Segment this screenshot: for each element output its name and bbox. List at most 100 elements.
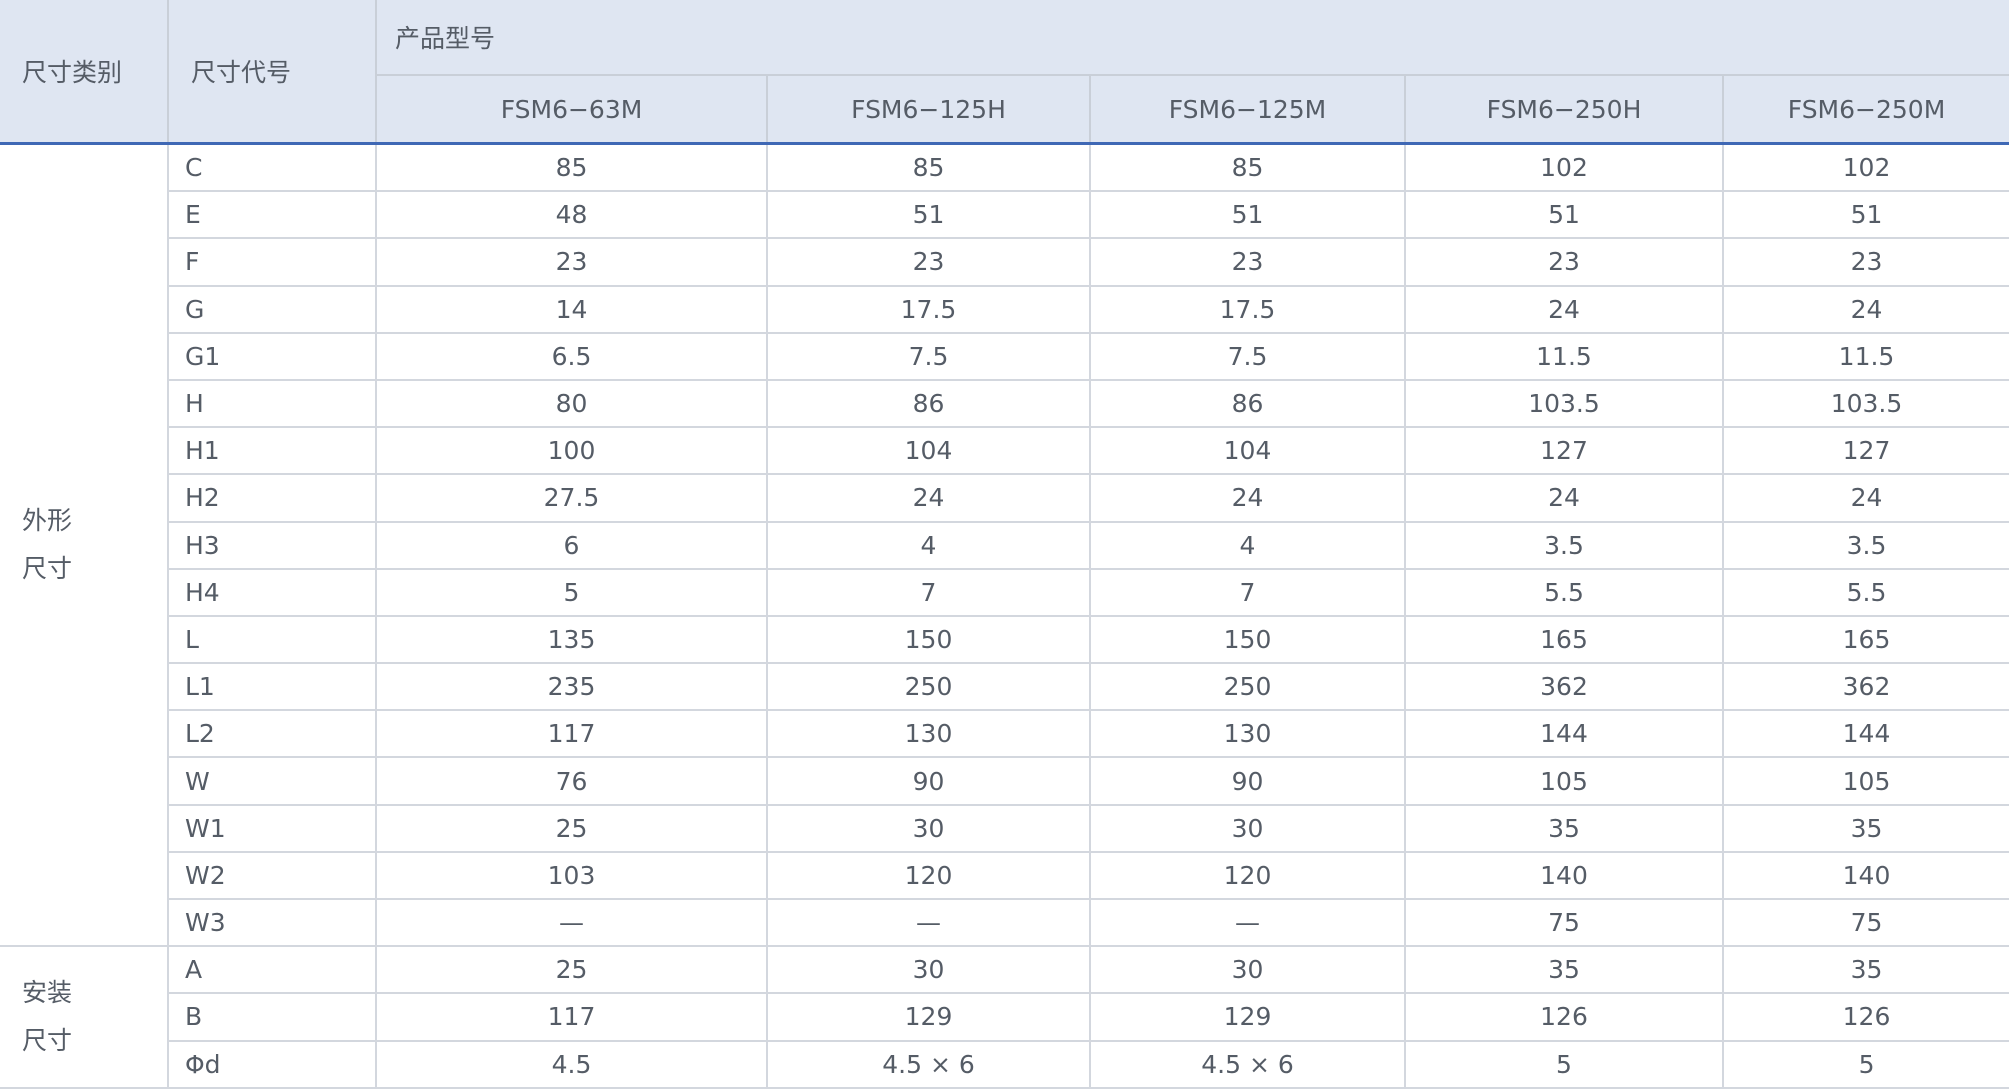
dimension-value: 85 xyxy=(376,143,768,193)
dimension-value: 126 xyxy=(1723,993,2009,1042)
dimension-value: 11.5 xyxy=(1405,332,1724,381)
dimension-value: 105 xyxy=(1723,757,2009,806)
table-row: W2 103 120 120 140 140 xyxy=(0,851,2009,901)
dimension-value: 4 xyxy=(767,521,1091,570)
table-row: Φd 4.5 4.5 × 6 4.5 × 655 xyxy=(0,1040,2009,1089)
table-row: G1 6.5 7.5 7.5 11.5 11.5 xyxy=(0,332,2009,381)
dimension-code: G xyxy=(168,285,377,334)
dimension-value: — xyxy=(767,899,1091,948)
dimension-value: 120 xyxy=(767,851,1091,901)
dimension-value: 5.5 xyxy=(1723,568,2009,617)
dimension-value: 51 xyxy=(1090,191,1406,240)
dimension-value: 35 xyxy=(1723,946,2009,995)
dimension-code: B xyxy=(168,993,377,1042)
dimension-value: 120 xyxy=(1090,851,1406,901)
dimension-value: 76 xyxy=(376,757,768,806)
dimension-code: L1 xyxy=(168,663,377,712)
dimension-value: 250 xyxy=(1090,663,1406,712)
dimension-code: H4 xyxy=(168,568,377,617)
dimension-value: 3.5 xyxy=(1723,521,2009,570)
dimension-value: 23 xyxy=(1723,238,2009,287)
table-row: H1 100 104 104 127 127 xyxy=(0,427,2009,476)
dimension-value: 23 xyxy=(1405,238,1724,287)
table-row: L 135 150 150 165 165 xyxy=(0,615,2009,665)
code-header: 尺寸代号 xyxy=(168,0,377,145)
dimension-value: 30 xyxy=(767,804,1091,853)
category-label-line: 外形 xyxy=(22,506,73,536)
dimension-value: 51 xyxy=(1723,191,2009,240)
table-body: 外形 尺寸 C 85 85 85 102 102 E 48 51 51 51 51 F 23 23 23 23 23 G… xyxy=(0,143,2009,1089)
table-row: L2 117 130 130 144 144 xyxy=(0,710,2009,759)
dimension-value: 90 xyxy=(767,757,1091,806)
dimension-value: 126 xyxy=(1405,993,1724,1042)
dimension-value: 3.5 xyxy=(1405,521,1724,570)
dimension-code: H xyxy=(168,379,377,429)
dimension-value: — xyxy=(376,899,768,948)
table-row: 安装 尺寸 A 25 30 30 35 35 xyxy=(0,946,2009,1089)
dimension-value: 144 xyxy=(1405,710,1724,759)
dimension-value: 30 xyxy=(767,946,1091,995)
dimension-value: 80 xyxy=(376,379,768,429)
dimension-value: 135 xyxy=(376,615,768,665)
dimension-code: W3 xyxy=(168,899,377,948)
dimension-value: 6 xyxy=(376,521,768,570)
category-label: 外形 尺寸 xyxy=(0,143,169,948)
dimension-value: 51 xyxy=(767,191,1091,240)
dimension-value: 35 xyxy=(1405,804,1724,853)
dimension-value: 105 xyxy=(1405,757,1724,806)
dimension-value: 35 xyxy=(1723,804,2009,853)
category-label: 安装 尺寸 xyxy=(0,946,169,1089)
dimension-value: 17.5 xyxy=(767,285,1091,334)
dimension-value: 102 xyxy=(1723,143,2009,193)
dimension-value: 23 xyxy=(376,238,768,287)
dimension-value: 103.5 xyxy=(1405,379,1724,429)
dimension-value: 75 xyxy=(1723,899,2009,948)
dimension-value: 104 xyxy=(1090,427,1406,476)
table-row: B 117 129 129 126 126 xyxy=(0,993,2009,1042)
dimension-value: 129 xyxy=(1090,993,1406,1042)
dimension-value: 23 xyxy=(767,238,1091,287)
dimension-value: 24 xyxy=(1405,285,1724,334)
table-row: H4 5 7 7 5.5 5.5 xyxy=(0,568,2009,617)
dimension-value: 30 xyxy=(1090,804,1406,853)
dimension-value: 129 xyxy=(767,993,1091,1042)
dimension-code: H3 xyxy=(168,521,377,570)
dimension-code: Φd xyxy=(168,1040,377,1089)
dimension-value: 103.5 xyxy=(1723,379,2009,429)
category-header: 尺寸类别 xyxy=(0,0,169,145)
dimension-value: 27.5 xyxy=(376,474,768,523)
dimension-code: G1 xyxy=(168,332,377,381)
dimension-code: L xyxy=(168,615,377,665)
dimension-code: E xyxy=(168,191,377,240)
category-label-line: 尺寸 xyxy=(22,1025,73,1055)
dimension-value: 130 xyxy=(767,710,1091,759)
dimension-value: — xyxy=(1090,899,1406,948)
dimension-value: 362 xyxy=(1723,663,2009,712)
dimension-value: 5 xyxy=(376,568,768,617)
dimension-value: 102 xyxy=(1405,143,1724,193)
model-header: FSM6−63M xyxy=(376,75,767,145)
dimension-value: 117 xyxy=(376,710,768,759)
dimension-value: 5 xyxy=(1405,1040,1724,1089)
dimension-value: 24 xyxy=(767,474,1091,523)
dimension-value: 165 xyxy=(1405,615,1724,665)
dimension-code: W1 xyxy=(168,804,377,853)
table-row: W1 25 30 30 35 35 xyxy=(0,804,2009,853)
dimension-value: 25 xyxy=(376,946,768,995)
dimension-value: 86 xyxy=(1090,379,1406,429)
dimension-value: 4.5 × 6 xyxy=(1090,1040,1406,1089)
dimension-value: 127 xyxy=(1723,427,2009,476)
dimension-value: 17.5 xyxy=(1090,285,1406,334)
model-header: FSM6−250M xyxy=(1721,75,2009,145)
dimension-value: 127 xyxy=(1405,427,1724,476)
dimension-value: 4.5 × 6 xyxy=(767,1040,1091,1089)
dimension-value: 117 xyxy=(376,993,768,1042)
model-header: FSM6−250H xyxy=(1404,75,1723,145)
category-label-line: 尺寸 xyxy=(22,554,73,584)
dimension-value: 235 xyxy=(376,663,768,712)
table-row: 外形 尺寸 C 85 85 85 102 102 xyxy=(0,143,2009,948)
model-header: FSM6−125M xyxy=(1089,75,1405,145)
dimension-value: 362 xyxy=(1405,663,1724,712)
dimension-value: 11.5 xyxy=(1723,332,2009,381)
dimension-value: 7 xyxy=(767,568,1091,617)
